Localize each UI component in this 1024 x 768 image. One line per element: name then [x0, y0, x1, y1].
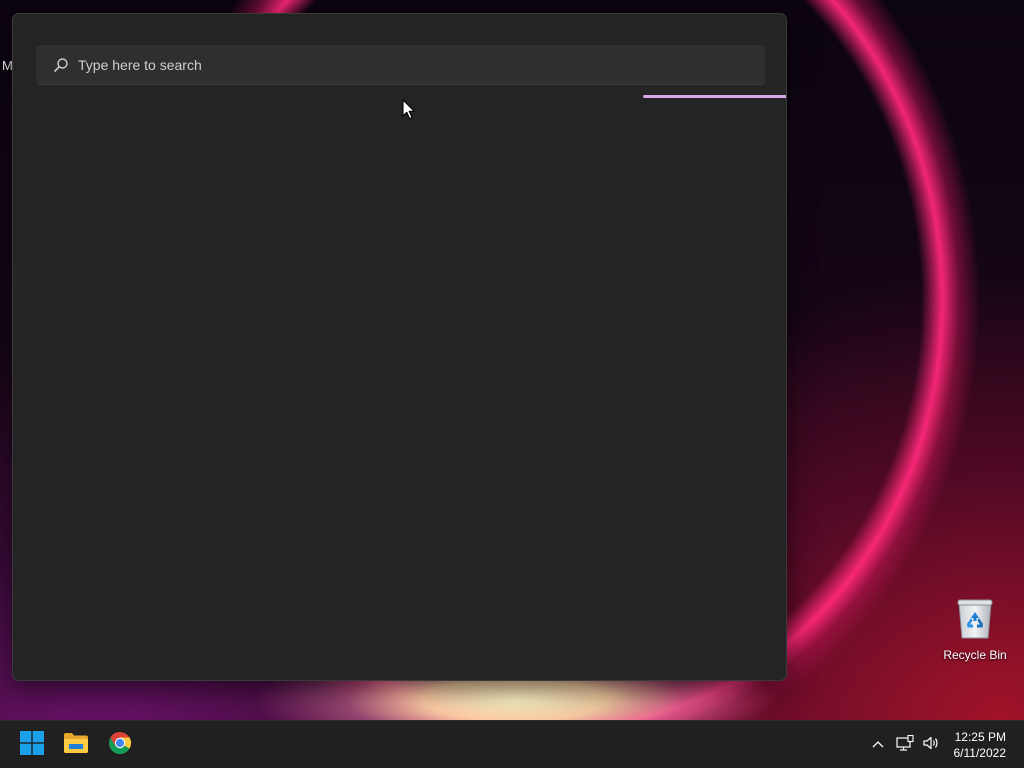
- clock-time: 12:25 PM: [954, 730, 1006, 744]
- taskbar-clock[interactable]: 12:25 PM 6/11/2022: [936, 729, 1007, 761]
- desktop-icon-label: Recycle Bin: [943, 648, 1007, 662]
- loading-indicator: [643, 95, 786, 98]
- taskbar: 12:25 PM 6/11/2022: [0, 720, 1024, 768]
- search-input[interactable]: Type here to search: [36, 45, 765, 85]
- tray-overflow-button[interactable]: [868, 733, 888, 757]
- desktop: M Recycle Bin Type here to search 12:25 …: [0, 0, 1024, 768]
- chrome-icon: [108, 731, 132, 760]
- file-explorer-icon: [63, 732, 89, 759]
- recycle-bin-icon: [955, 596, 995, 640]
- network-icon: [896, 734, 914, 756]
- taskbar-chrome-button[interactable]: [100, 725, 140, 765]
- search-icon: [52, 56, 70, 74]
- start-button[interactable]: [12, 725, 52, 765]
- taskbar-file-explorer-button[interactable]: [56, 725, 96, 765]
- start-menu-panel: Type here to search: [12, 13, 787, 681]
- desktop-icon-recycle-bin[interactable]: Recycle Bin: [940, 594, 1010, 664]
- search-placeholder: Type here to search: [78, 56, 202, 73]
- clock-date: 6/11/2022: [953, 746, 1007, 760]
- chevron-up-icon: [871, 736, 885, 754]
- windows-logo-icon: [20, 730, 44, 760]
- tray-network-button[interactable]: [894, 733, 916, 757]
